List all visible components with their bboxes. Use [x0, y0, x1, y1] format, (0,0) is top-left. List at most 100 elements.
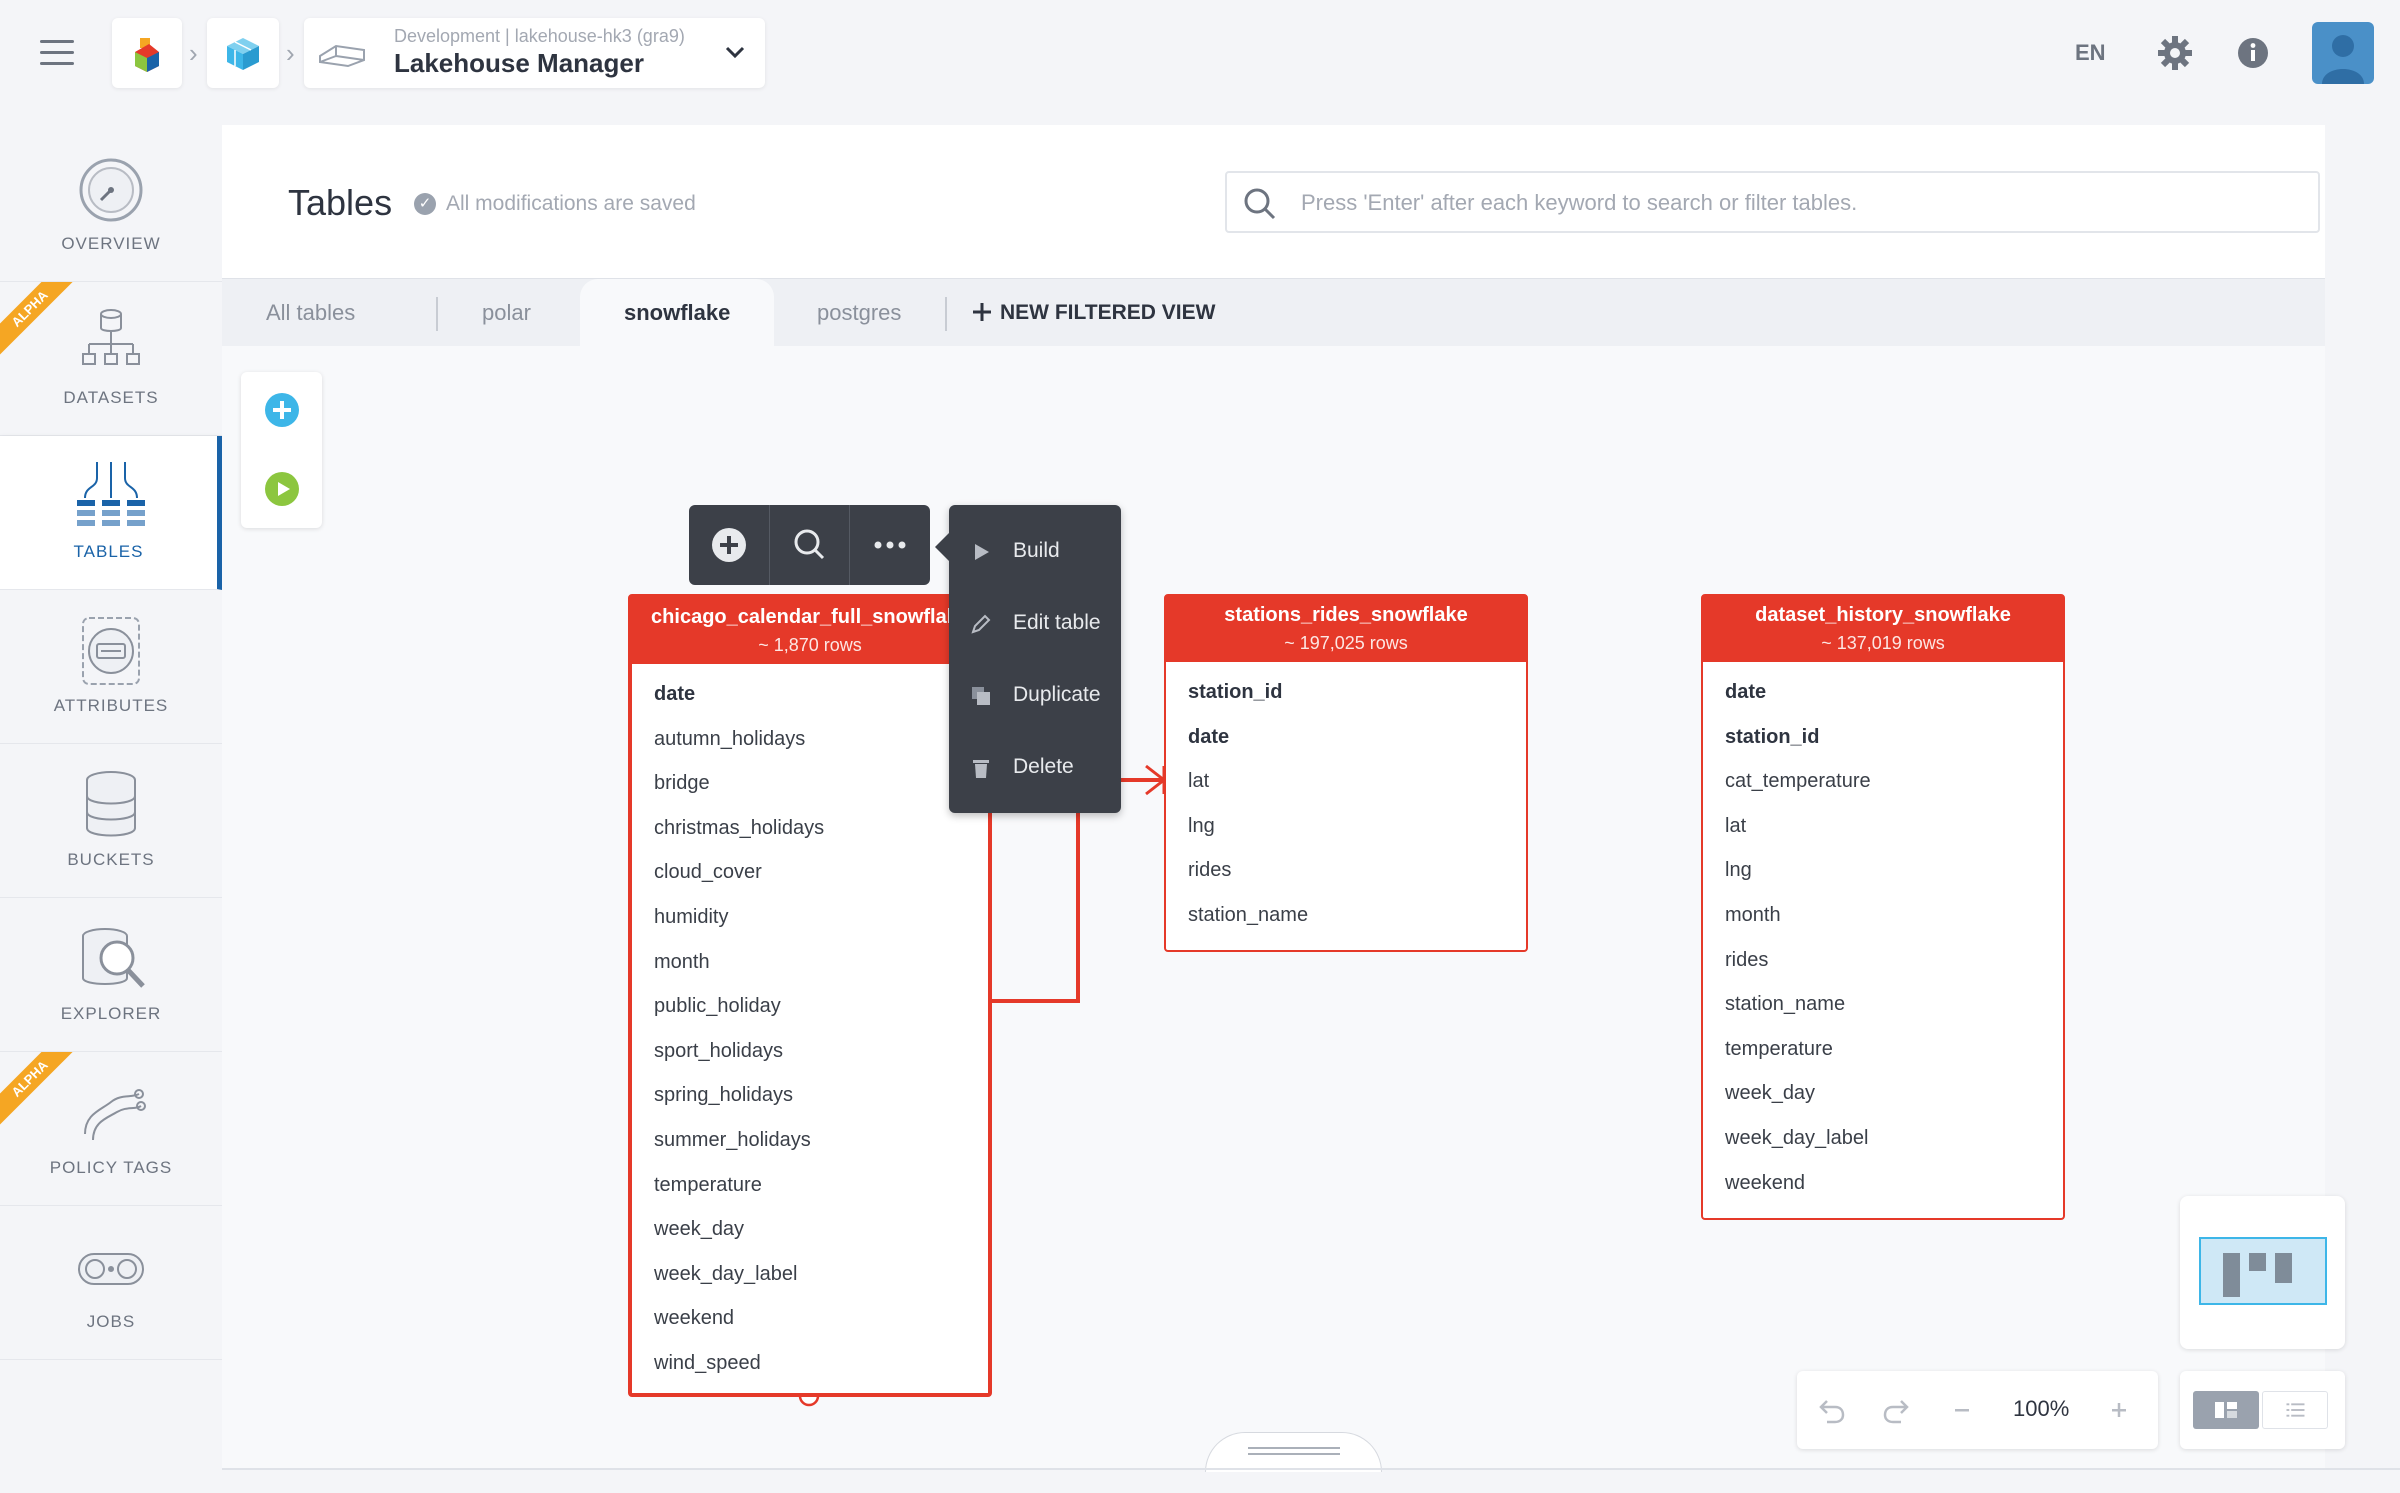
column-item[interactable]: date	[1166, 715, 1526, 760]
tables-icon	[77, 462, 145, 526]
column-list: date station_id cat_temperature lat lng …	[1703, 662, 2063, 1205]
sidebar-item-label: DATASETS	[63, 388, 159, 407]
sidebar-item-jobs[interactable]: JOBS	[0, 1206, 222, 1360]
column-item[interactable]: humidity	[632, 895, 988, 940]
undo-icon[interactable]	[1815, 1393, 1849, 1427]
column-item[interactable]: rides	[1166, 848, 1526, 893]
column-item[interactable]: lat	[1166, 759, 1526, 804]
table-card-dataset-history[interactable]: dataset_history_snowflake ~ 137,019 rows…	[1701, 594, 2065, 1220]
tab-postgres[interactable]: postgres	[773, 279, 945, 347]
save-status: ✓ All modifications are saved	[414, 192, 696, 216]
column-item[interactable]: sport_holidays	[632, 1029, 988, 1074]
universe-button[interactable]	[207, 18, 279, 88]
add-column-icon[interactable]	[689, 505, 769, 585]
sidebar-item-datasets[interactable]: ALPHA DATASETS	[0, 282, 222, 436]
alpha-badge: ALPHA	[0, 1052, 80, 1132]
diagram-view-icon[interactable]	[2193, 1391, 2259, 1429]
column-item[interactable]: station_id	[1166, 670, 1526, 715]
column-item[interactable]: summer_holidays	[632, 1118, 988, 1163]
table-card-chicago-calendar[interactable]: chicago_calendar_full_snowflake ~ 1,870 …	[628, 594, 992, 1397]
sidebar-item-label: OVERVIEW	[61, 234, 161, 253]
zoom-out-icon[interactable]	[1945, 1393, 1979, 1427]
chevron-down-icon[interactable]	[724, 44, 746, 60]
sidebar-item-tables[interactable]: TABLES	[0, 436, 222, 590]
column-item[interactable]: month	[1703, 893, 2063, 938]
column-item[interactable]: month	[632, 940, 988, 985]
search-input[interactable]	[1299, 185, 2299, 221]
table-card-header[interactable]: chicago_calendar_full_snowflake ~ 1,870 …	[632, 598, 988, 664]
zoom-in-icon[interactable]	[2102, 1393, 2136, 1427]
sidebar-item-explorer[interactable]: EXPLORER	[0, 898, 222, 1052]
column-item[interactable]: date	[632, 672, 988, 717]
column-item[interactable]: christmas_holidays	[632, 806, 988, 851]
tab-polar[interactable]: polar	[438, 279, 575, 347]
sidebar-item-policy-tags[interactable]: ALPHA POLICY TAGS	[0, 1052, 222, 1206]
table-name: stations_rides_snowflake	[1224, 604, 1468, 626]
column-item[interactable]: wind_speed	[632, 1341, 988, 1386]
magnifier-db-icon	[82, 928, 145, 988]
column-item[interactable]: station_name	[1166, 893, 1526, 938]
menu-item-duplicate[interactable]: Duplicate	[949, 666, 1121, 726]
lakehouse-icon	[319, 44, 365, 68]
sidebar-item-attributes[interactable]: ATTRIBUTES	[0, 590, 222, 744]
sidebar-item-label: EXPLORER	[60, 1004, 162, 1023]
column-item[interactable]: temperature	[632, 1163, 988, 1208]
minimap[interactable]	[2180, 1196, 2345, 1349]
column-item[interactable]: lng	[1166, 804, 1526, 849]
column-item[interactable]: date	[1703, 670, 2063, 715]
menu-item-edit-table[interactable]: Edit table	[949, 594, 1121, 654]
column-item[interactable]: weekend	[632, 1296, 988, 1341]
tab-all-tables[interactable]: All tables	[222, 279, 399, 347]
column-item[interactable]: week_day	[632, 1207, 988, 1252]
sidebar-item-label: TABLES	[73, 542, 144, 561]
sidebar-item-label: ATTRIBUTES	[53, 696, 169, 715]
search-icon[interactable]	[770, 505, 850, 585]
menu-item-delete[interactable]: Delete	[949, 738, 1121, 798]
redo-icon[interactable]	[1879, 1393, 1913, 1427]
info-icon[interactable]	[2235, 35, 2271, 71]
column-item[interactable]: autumn_holidays	[632, 717, 988, 762]
menu-item-build[interactable]: Build	[949, 522, 1121, 582]
attributes-icon	[82, 617, 140, 685]
page-header: Tables ✓ All modifications are saved	[222, 125, 2325, 278]
bottom-drawer-handle[interactable]	[1205, 1432, 1382, 1472]
column-item[interactable]: lng	[1703, 848, 2063, 893]
sidebar-item-overview[interactable]: OVERVIEW	[0, 128, 222, 282]
column-item[interactable]: spring_holidays	[632, 1073, 988, 1118]
table-card-header[interactable]: stations_rides_snowflake ~ 197,025 rows	[1166, 596, 1526, 662]
more-options-icon[interactable]	[850, 505, 930, 585]
table-search[interactable]	[1225, 171, 2320, 233]
column-item[interactable]: week_day_label	[1703, 1116, 2063, 1161]
table-card-header[interactable]: dataset_history_snowflake ~ 137,019 rows	[1703, 596, 2063, 662]
tab-snowflake[interactable]: snowflake	[580, 279, 775, 347]
gear-icon[interactable]	[2156, 34, 2194, 72]
trash-icon	[973, 760, 989, 778]
home-logo-button[interactable]	[112, 18, 182, 88]
sidebar-item-buckets[interactable]: BUCKETS	[0, 744, 222, 898]
column-item[interactable]: cat_temperature	[1703, 759, 2063, 804]
table-row-count: ~ 1,870 rows	[758, 635, 862, 655]
top-bar: › › Development | lakehouse-hk3 (gra9) L…	[0, 0, 2400, 108]
column-item[interactable]: public_holiday	[632, 984, 988, 1029]
sidebar-item-label: POLICY TAGS	[49, 1158, 173, 1177]
column-item[interactable]: week_day	[1703, 1071, 2063, 1116]
column-item[interactable]: rides	[1703, 938, 2063, 983]
language-switcher[interactable]: EN	[2075, 40, 2106, 66]
column-item[interactable]: station_id	[1703, 715, 2063, 760]
column-item[interactable]: temperature	[1703, 1027, 2063, 1072]
new-filtered-view-button[interactable]: NEW FILTERED VIEW	[972, 279, 1215, 347]
column-item[interactable]: bridge	[632, 761, 988, 806]
column-item[interactable]: week_day_label	[632, 1252, 988, 1297]
column-item[interactable]: station_name	[1703, 982, 2063, 1027]
hamburger-menu-icon[interactable]	[40, 40, 74, 66]
column-item[interactable]: weekend	[1703, 1161, 2063, 1206]
plus-icon	[973, 303, 991, 321]
add-table-icon[interactable]	[264, 392, 300, 428]
list-view-icon[interactable]	[2262, 1391, 2328, 1429]
avatar[interactable]	[2312, 22, 2374, 84]
column-item[interactable]: cloud_cover	[632, 850, 988, 895]
column-item[interactable]: lat	[1703, 804, 2063, 849]
gauge-icon	[79, 158, 143, 222]
play-icon[interactable]	[264, 471, 300, 507]
table-card-stations-rides[interactable]: stations_rides_snowflake ~ 197,025 rows …	[1164, 594, 1528, 952]
